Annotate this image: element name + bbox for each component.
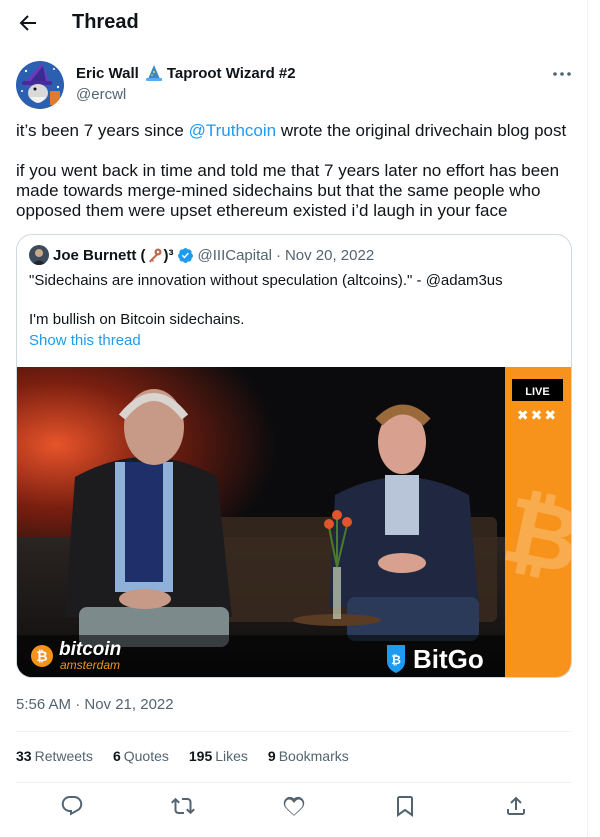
page-title: Thread [72, 11, 139, 33]
bookmarks-label: Bookmarks [278, 748, 349, 764]
retweets-label: Retweets [34, 748, 93, 764]
retweets-count: 33 [16, 748, 32, 764]
avatar-image [16, 61, 64, 109]
quoted-tweet[interactable]: Joe Burnett ( )³ @IIICapital · Nov 20, 2… [16, 234, 572, 678]
tweet-text-post: wrote the original drivechain blog post [276, 121, 567, 140]
author-name[interactable]: Eric Wall [76, 65, 139, 82]
divider [16, 731, 572, 732]
brand-amsterdam: amsterdam [60, 658, 120, 672]
quote-avatar-image [29, 245, 49, 265]
author-avatar[interactable] [16, 61, 64, 109]
tweet-actions [0, 792, 588, 820]
bitgo-shield-glyph: ₿ [391, 653, 401, 667]
key-emoji-icon [148, 248, 162, 263]
author-name-row[interactable]: Eric Wall Taproot Wizard #2 [76, 64, 296, 82]
bookmarks-count: 9 [267, 748, 276, 764]
quote-media-image[interactable]: ₿ bitcoin amsterdam ₿ BitGo LIVE ✖✖✖ ₿ [17, 367, 571, 678]
author-name-suffix: Taproot Wizard #2 [166, 64, 296, 82]
arrow-left-icon[interactable] [16, 11, 40, 35]
quotes-count: 6 [112, 748, 121, 764]
likes-count: 195 [188, 748, 213, 764]
likes-label: Likes [215, 748, 248, 764]
quotes-stat[interactable]: 6 Quotes [113, 748, 169, 764]
more-icon[interactable] [550, 64, 574, 84]
author-handle[interactable]: @ercwl [76, 86, 126, 103]
share-icon[interactable] [504, 794, 528, 818]
like-icon[interactable] [282, 794, 306, 818]
likes-stat[interactable]: 195 Likes [189, 748, 248, 764]
thread-view: Thread Eric Wall Taproot Wizard #2 @ercw… [0, 0, 588, 837]
retweet-icon[interactable] [171, 794, 195, 818]
brand-bitgo: BitGo [413, 644, 484, 674]
bitcoin-logo-glyph: ₿ [36, 648, 47, 664]
quote-author-handle: @IIICapital [197, 246, 272, 264]
retweets-stat[interactable]: 33 Retweets [16, 748, 93, 764]
live-badge-text: LIVE [525, 386, 549, 398]
divider [16, 782, 572, 783]
quotes-label: Quotes [123, 748, 169, 764]
tweet-text: it’s been 7 years since @Truthcoin wrote… [16, 121, 576, 221]
show-thread-link[interactable]: Show this thread [29, 332, 141, 349]
reply-icon[interactable] [60, 794, 84, 818]
quote-date: Nov 20, 2022 [284, 246, 375, 264]
bookmarks-stat[interactable]: 9 Bookmarks [268, 748, 349, 764]
mention-link[interactable]: @Truthcoin [189, 121, 277, 140]
tweet-stats: 33 Retweets 6 Quotes 195 Likes 9 Bookmarks [16, 748, 369, 764]
wizard-emoji-icon [145, 65, 162, 81]
x-marks: ✖✖✖ [517, 408, 558, 424]
tweet-paragraph-2: if you went back in time and told me tha… [16, 161, 560, 220]
bookmark-icon[interactable] [393, 794, 417, 818]
tweet-text-pre: it’s been 7 years since [16, 121, 189, 140]
quote-author-avatar [29, 245, 49, 265]
quote-header: Joe Burnett ( )³ @IIICapital · Nov 20, 2… [29, 245, 374, 265]
thread-header: Thread [0, 0, 588, 46]
quote-separator: · [275, 246, 281, 264]
quote-author-name: Joe Burnett ( [53, 246, 146, 264]
quote-author-name-close: )³ [163, 246, 174, 264]
tweet-paragraph-1: it’s been 7 years since @Truthcoin wrote… [16, 121, 576, 141]
quote-paragraph-1: "Sidechains are innovation without specu… [29, 272, 503, 289]
brand-bitcoin: bitcoin [59, 639, 121, 660]
tweet-timestamp[interactable]: 5:56 AM · Nov 21, 2022 [16, 696, 174, 713]
quote-paragraph-2: I'm bullish on Bitcoin sidechains. [29, 311, 245, 328]
quote-text: "Sidechains are innovation without specu… [29, 271, 559, 329]
verified-icon [177, 247, 193, 263]
